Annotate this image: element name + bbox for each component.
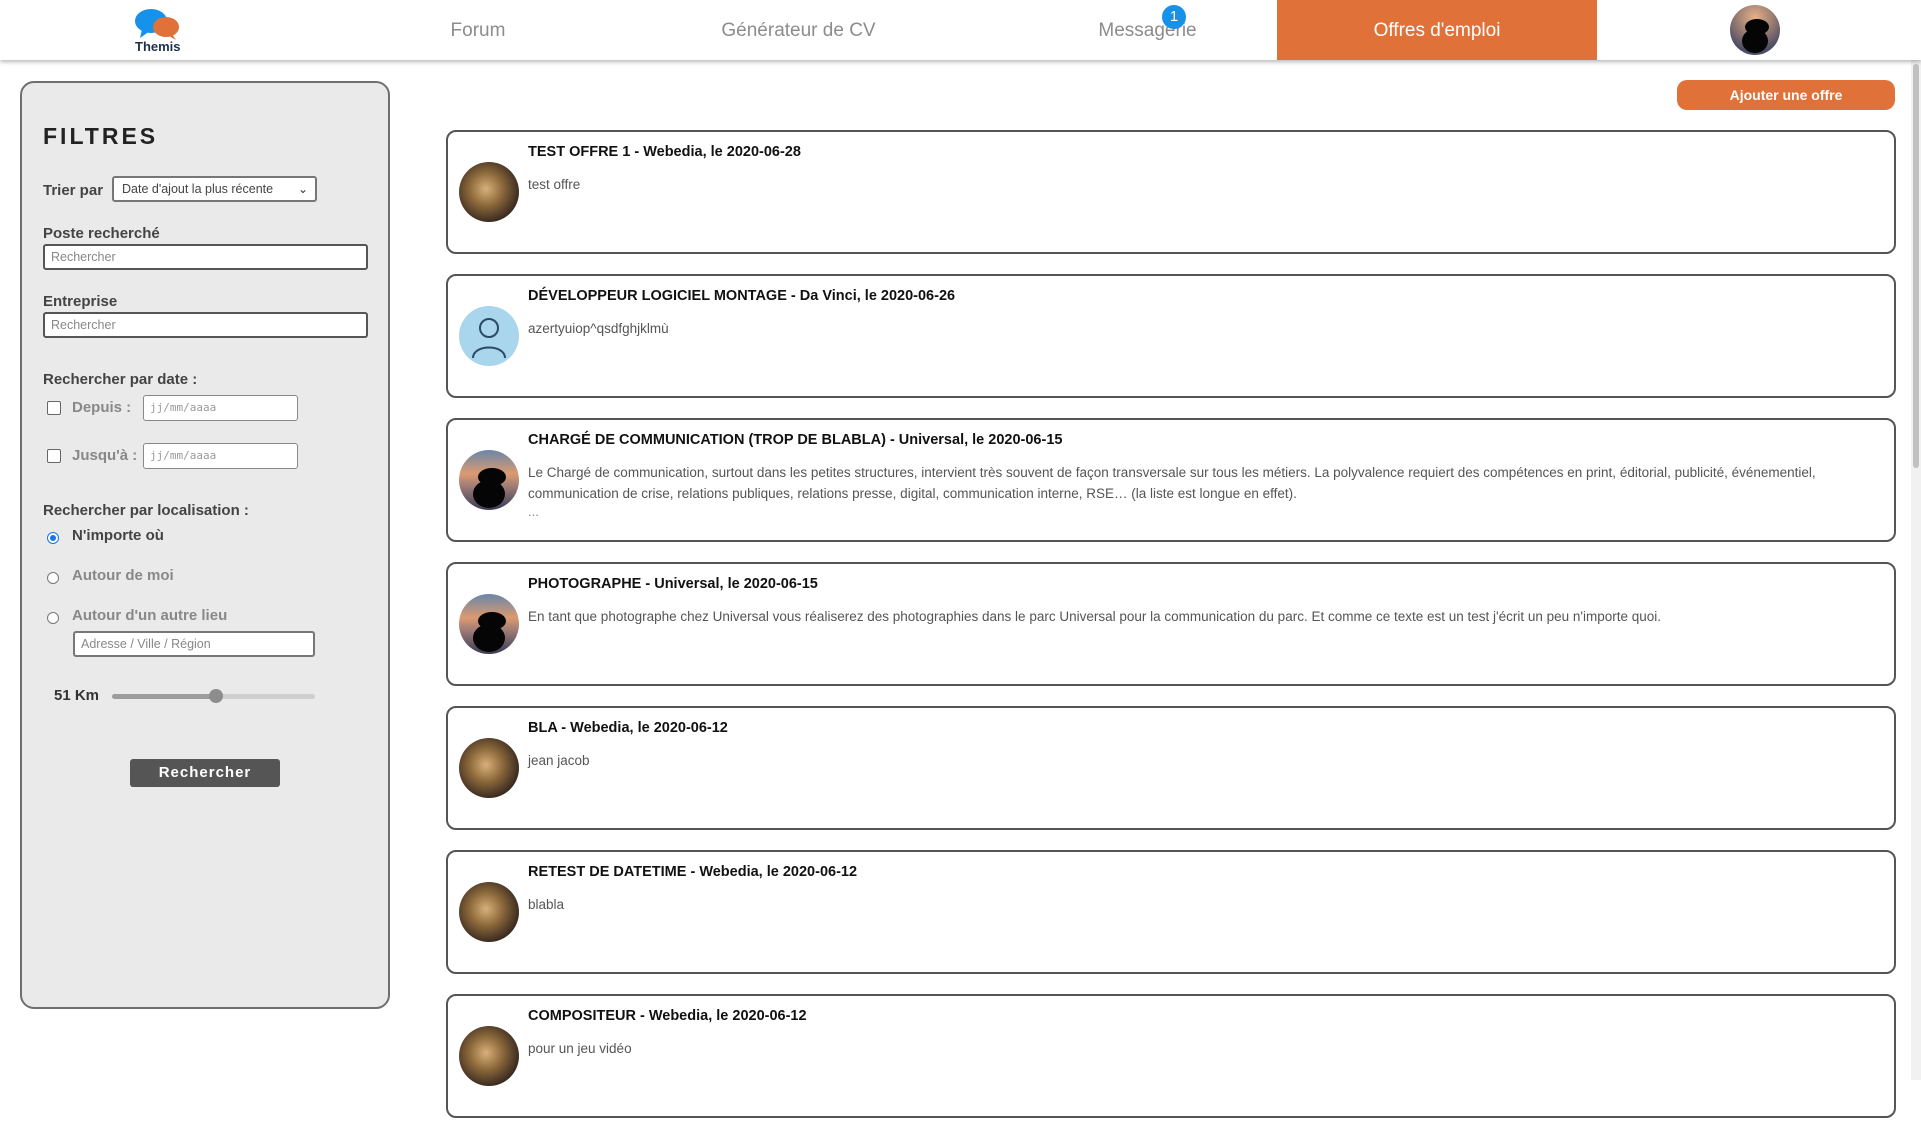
page-scrollbar[interactable] <box>1911 60 1921 1080</box>
silhouette-icon <box>473 468 506 508</box>
offer-company-date: - Webedia, le 2020-06-12 <box>635 1008 807 1024</box>
offer-title[interactable]: COMPOSITEUR <box>528 1008 636 1024</box>
location-option-anywhere: N'importe où <box>72 527 164 544</box>
silhouette-icon <box>1742 19 1769 53</box>
search-button[interactable]: Rechercher <box>130 759 280 787</box>
until-checkbox[interactable] <box>47 449 61 463</box>
offer-description: Le Chargé de communication, surtout dans… <box>528 465 1816 501</box>
scrollbar-thumb[interactable] <box>1913 64 1919 468</box>
since-date-input[interactable]: jj/mm/aaaa <box>143 395 298 421</box>
filters-title: FILTRES <box>43 123 159 149</box>
sort-select-value: Date d'ajout la plus récente <box>122 182 274 196</box>
location-option-around-me: Autour de moi <box>72 567 174 584</box>
offer-title[interactable]: RETEST DE DATETIME <box>528 864 686 880</box>
sort-select[interactable]: Date d'ajout la plus récente ⌄ <box>112 176 317 202</box>
offer-avatar <box>459 594 519 654</box>
distance-slider-thumb[interactable] <box>208 689 223 703</box>
distance-slider-fill <box>112 694 216 699</box>
position-search-input[interactable]: Rechercher <box>43 244 368 270</box>
offer-heading: RETEST DE DATETIME - Webedia, le 2020-06… <box>528 864 857 880</box>
messages-badge: 1 <box>1162 5 1186 29</box>
offer-description: pour un jeu vidéo <box>528 1041 632 1056</box>
until-label: Jusqu'à : <box>72 447 138 464</box>
nav-cv-generator[interactable]: Générateur de CV <box>700 0 897 60</box>
offer-card[interactable]: TEST OFFRE 1 - Webedia, le 2020-06-28 tes… <box>446 130 1896 254</box>
offer-description: test offre <box>528 177 581 192</box>
offer-heading: TEST OFFRE 1 - Webedia, le 2020-06-28 <box>528 144 801 160</box>
offer-card[interactable]: BLA - Webedia, le 2020-06-12 jean jacob <box>446 706 1896 830</box>
company-label: Entreprise <box>43 293 118 310</box>
top-navbar: Themis Forum Générateur de CV Messagerie… <box>0 0 1921 60</box>
company-search-input[interactable]: Rechercher <box>43 312 368 338</box>
logo-text: Themis <box>135 39 181 54</box>
location-section-label: Rechercher par localisation : <box>43 502 249 519</box>
offer-avatar <box>459 738 519 798</box>
offer-ellipsis: ... <box>528 504 539 519</box>
offer-avatar <box>459 1026 519 1086</box>
offer-avatar <box>459 162 519 222</box>
offer-title[interactable]: TEST OFFRE 1 <box>528 144 630 160</box>
offer-description: azertyuiop^qsdfghjklmù <box>528 321 669 336</box>
offer-heading: CHARGÉ DE COMMUNICATION (TROP DE BLABLA)… <box>528 432 1062 448</box>
offer-card[interactable]: PHOTOGRAPHE - Universal, le 2020-06-15 En… <box>446 562 1896 686</box>
since-checkbox[interactable] <box>47 401 61 415</box>
offer-heading: PHOTOGRAPHE - Universal, le 2020-06-15 <box>528 576 818 592</box>
offer-company-date: - Da Vinci, le 2020-06-26 <box>786 288 956 304</box>
offer-avatar <box>459 882 519 942</box>
position-label: Poste recherché <box>43 225 160 242</box>
since-label: Depuis : <box>72 399 132 416</box>
nav-job-offers[interactable]: Offres d'emploi <box>1277 0 1597 60</box>
offer-description: blabla <box>528 897 565 912</box>
offer-description: jean jacob <box>528 753 590 768</box>
user-avatar[interactable] <box>1730 5 1780 55</box>
offer-company-date: - Universal, le 2020-06-15 <box>641 576 818 592</box>
distance-slider[interactable] <box>112 689 315 703</box>
offers-list: TEST OFFRE 1 - Webedia, le 2020-06-28 tes… <box>446 130 1896 1138</box>
chat-bubbles-icon <box>135 9 179 40</box>
until-date-input[interactable]: jj/mm/aaaa <box>143 443 298 469</box>
offer-card[interactable]: COMPOSITEUR - Webedia, le 2020-06-12 pour… <box>446 994 1896 1118</box>
add-offer-button[interactable]: Ajouter une offre <box>1677 80 1895 110</box>
chevron-down-icon: ⌄ <box>297 182 308 196</box>
offer-card[interactable]: DÉVELOPPEUR LOGICIEL MONTAGE - Da Vinci,… <box>446 274 1896 398</box>
sort-label: Trier par <box>43 182 104 199</box>
offer-heading: DÉVELOPPEUR LOGICIEL MONTAGE - Da Vinci,… <box>528 288 955 304</box>
offer-heading: COMPOSITEUR - Webedia, le 2020-06-12 <box>528 1008 807 1024</box>
distance-value: 51 Km <box>54 687 100 704</box>
offer-title[interactable]: DÉVELOPPEUR LOGICIEL MONTAGE <box>528 288 787 304</box>
nav-messages[interactable]: Messagerie <box>1060 0 1235 60</box>
themis-logo[interactable]: Themis <box>128 7 188 55</box>
offer-company-date: - Universal, le 2020-06-15 <box>885 432 1063 448</box>
radio-anywhere[interactable] <box>47 532 59 544</box>
radio-other-place[interactable] <box>47 612 59 624</box>
offer-title[interactable]: CHARGÉ DE COMMUNICATION (TROP DE BLABLA) <box>528 432 886 448</box>
user-icon <box>472 318 506 359</box>
offer-avatar <box>459 450 519 510</box>
offer-avatar <box>459 306 519 366</box>
radio-around-me[interactable] <box>47 572 59 584</box>
offer-title[interactable]: BLA <box>528 720 557 736</box>
date-section-label: Rechercher par date : <box>43 371 198 388</box>
offer-card[interactable]: RETEST DE DATETIME - Webedia, le 2020-06… <box>446 850 1896 974</box>
offer-description: En tant que photographe chez Universal v… <box>528 609 1662 624</box>
silhouette-icon <box>473 612 506 652</box>
nav-forum[interactable]: Forum <box>398 0 558 60</box>
location-option-other-place: Autour d'un autre lieu <box>72 607 228 624</box>
address-input[interactable]: Adresse / Ville / Région <box>73 631 315 657</box>
offer-title[interactable]: PHOTOGRAPHE <box>528 576 641 592</box>
offer-card[interactable]: CHARGÉ DE COMMUNICATION (TROP DE BLABLA)… <box>446 418 1896 542</box>
offer-company-date: - Webedia, le 2020-06-12 <box>686 864 858 880</box>
filters-panel: FILTRES Trier par Date d'ajout la plus r… <box>20 81 390 1009</box>
offer-heading: BLA - Webedia, le 2020-06-12 <box>528 720 728 736</box>
offer-company-date: - Webedia, le 2020-06-12 <box>557 720 728 736</box>
offer-company-date: - Webedia, le 2020-06-28 <box>630 144 801 160</box>
